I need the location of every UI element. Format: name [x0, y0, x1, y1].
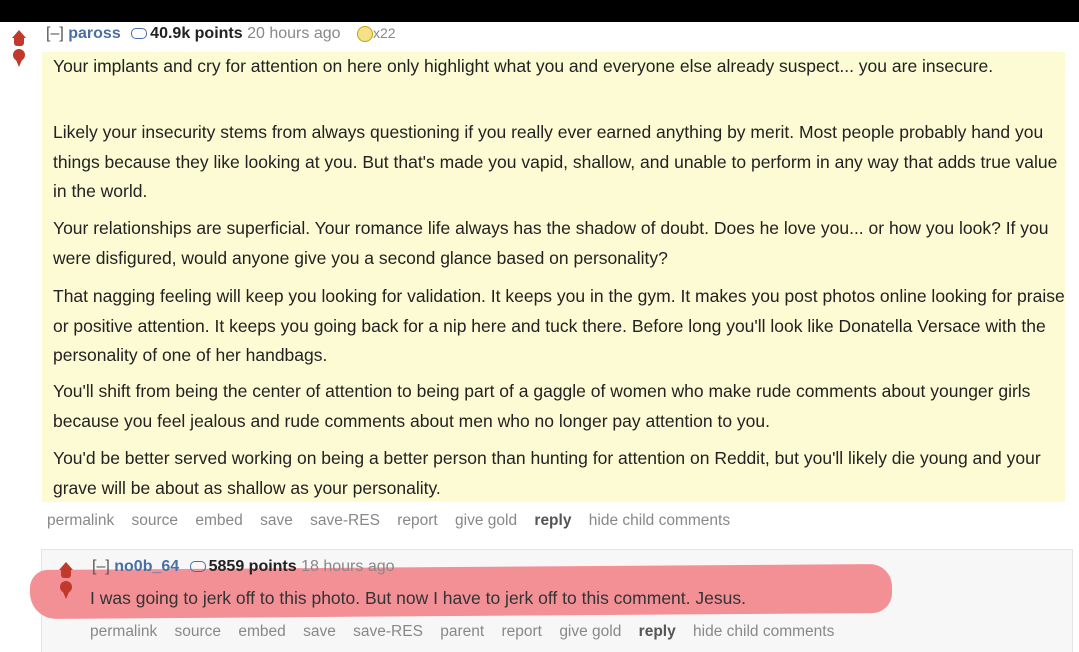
- source-link[interactable]: source: [132, 512, 179, 529]
- paragraph: You'd be better served working on being …: [53, 448, 1041, 498]
- upvote-icon[interactable]: [59, 562, 73, 570]
- parent-tagline: [–] paross 40.9k points 20 hours ago x22: [46, 25, 396, 43]
- rep-icon: [131, 28, 148, 40]
- timestamp: 18 hours ago: [301, 558, 395, 575]
- permalink-link[interactable]: permalink: [90, 623, 157, 640]
- gold-icon: [356, 25, 373, 42]
- collapse-toggle[interactable]: [–]: [46, 25, 64, 42]
- downvote-icon[interactable]: [60, 581, 72, 599]
- child-vote-arrows: [57, 562, 75, 599]
- timestamp: 20 hours ago: [247, 25, 341, 42]
- hide-child-link[interactable]: hide child comments: [589, 512, 730, 529]
- gilded-count: x22: [372, 25, 396, 41]
- give-gold-link[interactable]: give gold: [559, 623, 621, 640]
- parent-link[interactable]: parent: [440, 623, 484, 640]
- paragraph: That nagging feeling will keep you looki…: [53, 286, 1065, 365]
- parent-action-links: permalink source embed save save-RES rep…: [47, 512, 743, 530]
- reply-link[interactable]: reply: [534, 512, 571, 529]
- collapse-toggle[interactable]: [–]: [92, 558, 110, 575]
- save-link[interactable]: save: [303, 623, 336, 640]
- paragraph: Your relationships are superficial. Your…: [53, 218, 1049, 268]
- paragraph: Likely your insecurity stems from always…: [53, 122, 1058, 201]
- embed-link[interactable]: embed: [195, 512, 242, 529]
- source-link[interactable]: source: [175, 623, 222, 640]
- author-link[interactable]: paross: [68, 25, 120, 42]
- save-res-link[interactable]: save-RES: [310, 512, 380, 529]
- score: 5859 points: [208, 558, 297, 575]
- top-black-bar: [0, 0, 1079, 22]
- child-comment-text: I was going to jerk off to this photo. B…: [90, 588, 746, 608]
- paragraph: You'll shift from being the center of at…: [53, 381, 1031, 431]
- save-res-link[interactable]: save-RES: [353, 623, 423, 640]
- paragraph: Your implants and cry for attention on h…: [53, 56, 994, 76]
- rep-icon: [189, 561, 206, 573]
- downvote-icon[interactable]: [13, 49, 25, 67]
- permalink-link[interactable]: permalink: [47, 512, 114, 529]
- author-link[interactable]: no0b_64: [114, 558, 179, 575]
- save-link[interactable]: save: [260, 512, 293, 529]
- embed-link[interactable]: embed: [238, 623, 285, 640]
- parent-vote-arrows: [10, 30, 28, 67]
- reply-link[interactable]: reply: [639, 623, 676, 640]
- child-action-links: permalink source embed save save-RES par…: [90, 623, 847, 641]
- upvote-icon[interactable]: [12, 30, 26, 38]
- score: 40.9k points: [150, 25, 243, 42]
- hide-child-link[interactable]: hide child comments: [693, 623, 834, 640]
- child-tagline: [–] no0b_64 5859 points 18 hours ago: [92, 558, 395, 576]
- give-gold-link[interactable]: give gold: [455, 512, 517, 529]
- report-link[interactable]: report: [502, 623, 543, 640]
- report-link[interactable]: report: [397, 512, 438, 529]
